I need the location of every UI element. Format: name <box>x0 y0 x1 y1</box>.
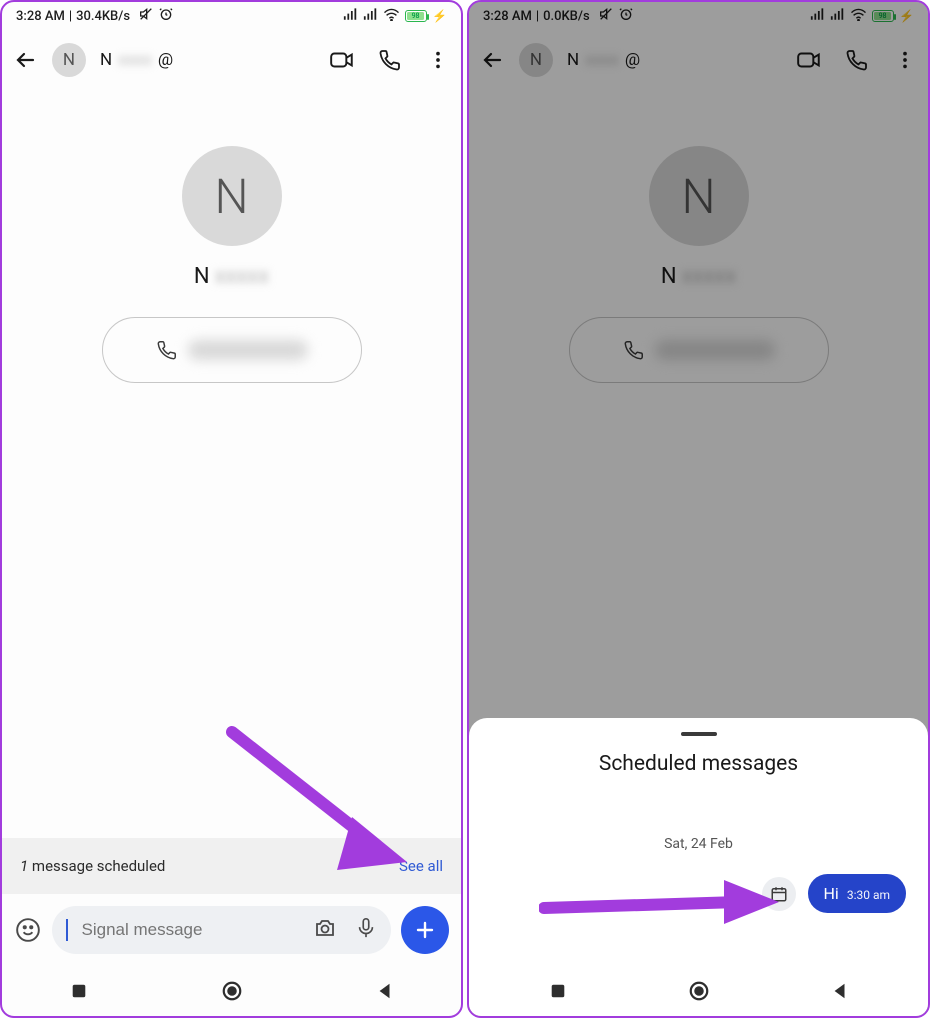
app-header: N Nxxxx @ <box>2 30 461 90</box>
battery-icon: 98 <box>872 10 894 22</box>
nav-home-button[interactable] <box>218 977 246 1005</box>
message-composer <box>2 894 461 966</box>
wifi-icon <box>383 7 400 25</box>
nav-recents-button[interactable] <box>65 977 93 1005</box>
mic-button[interactable] <box>355 917 377 943</box>
back-button[interactable] <box>12 47 38 73</box>
contact-display-name: Nxxxxx <box>661 264 736 289</box>
signal-icon <box>343 8 358 25</box>
message-input-container[interactable] <box>52 906 391 954</box>
nav-back-button[interactable] <box>371 977 399 1005</box>
contact-phone-button[interactable] <box>102 317 362 383</box>
voice-call-button[interactable] <box>377 47 403 73</box>
contact-name[interactable]: Nxxxx @ <box>100 50 173 70</box>
phone-left: 3:28 AM | 30.4KB/s 98 ⚡ N Nxxxx @ <box>0 0 463 1018</box>
voice-call-button[interactable] <box>844 47 870 73</box>
mute-icon <box>598 6 614 26</box>
message-time: 3:30 am <box>847 888 890 902</box>
system-nav-bar <box>2 966 461 1016</box>
calendar-icon <box>762 877 796 911</box>
see-all-link[interactable]: See all <box>399 857 443 875</box>
contact-avatar-large: N <box>182 146 282 246</box>
scheduled-messages-sheet[interactable]: Scheduled messages Sat, 24 Feb Hi 3:30 a… <box>469 718 928 1016</box>
more-options-button[interactable] <box>892 47 918 73</box>
contact-name[interactable]: Nxxxx @ <box>567 50 640 70</box>
back-button[interactable] <box>479 47 505 73</box>
signal-icon <box>363 8 378 25</box>
scheduled-message-bubble[interactable]: Hi 3:30 am <box>808 874 906 913</box>
message-input[interactable] <box>82 920 304 940</box>
sheet-title: Scheduled messages <box>599 752 798 776</box>
contact-profile: N Nxxxxx <box>469 146 928 383</box>
nav-recents-button[interactable] <box>544 977 572 1005</box>
scheduled-count-label: 1 message scheduled <box>20 857 165 875</box>
contact-avatar-small[interactable]: N <box>52 43 86 77</box>
contact-profile: N Nxxxxx <box>2 146 461 383</box>
status-bar: 3:28 AM | 0.0KB/s 98 ⚡ <box>469 2 928 30</box>
alarm-icon <box>158 6 174 26</box>
video-call-button[interactable] <box>329 47 355 73</box>
camera-button[interactable] <box>313 916 337 944</box>
more-options-button[interactable] <box>425 47 451 73</box>
charging-icon: ⚡ <box>899 9 914 23</box>
signal-icon <box>810 8 825 25</box>
sheet-handle[interactable] <box>681 732 717 736</box>
alarm-icon <box>618 6 634 26</box>
signal-icon <box>830 8 845 25</box>
scheduled-message-row[interactable]: Hi 3:30 am <box>762 874 906 913</box>
status-bar: 3:28 AM | 30.4KB/s 98 ⚡ <box>2 2 461 30</box>
message-text: Hi <box>824 884 839 903</box>
status-time: 3:28 AM <box>16 9 65 24</box>
status-net-speed: 30.4KB/s <box>76 9 130 24</box>
video-call-button[interactable] <box>796 47 822 73</box>
contact-avatar-large: N <box>649 146 749 246</box>
phone-right: 3:28 AM | 0.0KB/s 98 ⚡ N Nxxxx @ <box>467 0 930 1018</box>
contact-display-name: Nxxxxx <box>194 264 269 289</box>
mute-icon <box>138 6 154 26</box>
contact-phone-button[interactable] <box>569 317 829 383</box>
charging-icon: ⚡ <box>432 9 447 23</box>
sheet-date-label: Sat, 24 Feb <box>664 836 733 852</box>
app-header: N Nxxxx @ <box>469 30 928 90</box>
nav-back-button[interactable] <box>826 977 854 1005</box>
system-nav-bar <box>487 966 910 1016</box>
nav-home-button[interactable] <box>685 977 713 1005</box>
wifi-icon <box>850 7 867 25</box>
contact-avatar-small[interactable]: N <box>519 43 553 77</box>
battery-icon: 98 <box>405 10 427 22</box>
attach-button[interactable] <box>401 906 449 954</box>
status-time: 3:28 AM <box>483 9 532 24</box>
scheduled-messages-bar[interactable]: 1 message scheduled See all <box>2 838 461 894</box>
status-net-speed: 0.0KB/s <box>543 9 590 24</box>
emoji-button[interactable] <box>14 916 42 944</box>
